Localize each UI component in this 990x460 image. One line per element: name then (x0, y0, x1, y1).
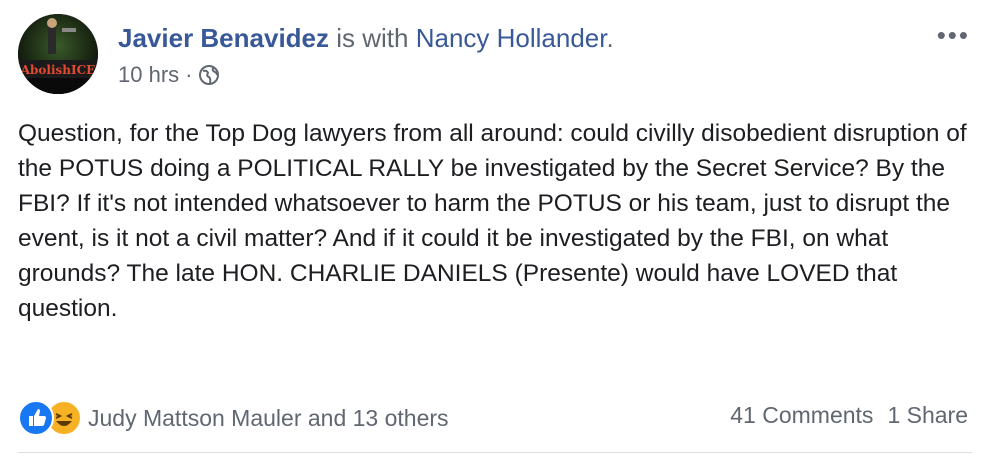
more-options-icon[interactable]: ••• (937, 20, 970, 51)
footer-divider (18, 452, 972, 453)
author-name-link[interactable]: Javier Benavidez (118, 23, 329, 53)
author-line: Javier Benavidez is with Nancy Hollander… (118, 22, 614, 54)
with-text: is with (329, 23, 416, 53)
shares-count-link[interactable]: 1 Share (887, 402, 968, 429)
like-icon (18, 400, 54, 436)
comments-count-link[interactable]: 41 Comments (730, 402, 873, 429)
post-meta: 10 hrs · (118, 60, 220, 90)
avatar-logo-text: AbolishICE (20, 63, 96, 77)
reactors-text[interactable]: Judy Mattson Mauler and 13 others (88, 405, 449, 432)
post-body: Question, for the Top Dog lawyers from a… (18, 120, 967, 322)
post-header: AbolishICE Javier Benavidez is with Nanc… (18, 14, 972, 94)
avatar-image: AbolishICE (18, 14, 98, 94)
tagged-suffix: . (606, 23, 614, 53)
author-avatar[interactable]: AbolishICE (18, 14, 98, 94)
tagged-person-link[interactable]: Nancy Hollander (416, 23, 607, 53)
meta-separator: · (185, 62, 193, 87)
engagement-counts: 41 Comments 1 Share (730, 402, 968, 429)
post-footer: Judy Mattson Mauler and 13 others 41 Com… (18, 400, 972, 440)
post-timestamp[interactable]: 10 hrs (118, 60, 179, 90)
reactions-summary[interactable]: Judy Mattson Mauler and 13 others (18, 400, 449, 436)
globe-icon[interactable] (198, 64, 220, 86)
